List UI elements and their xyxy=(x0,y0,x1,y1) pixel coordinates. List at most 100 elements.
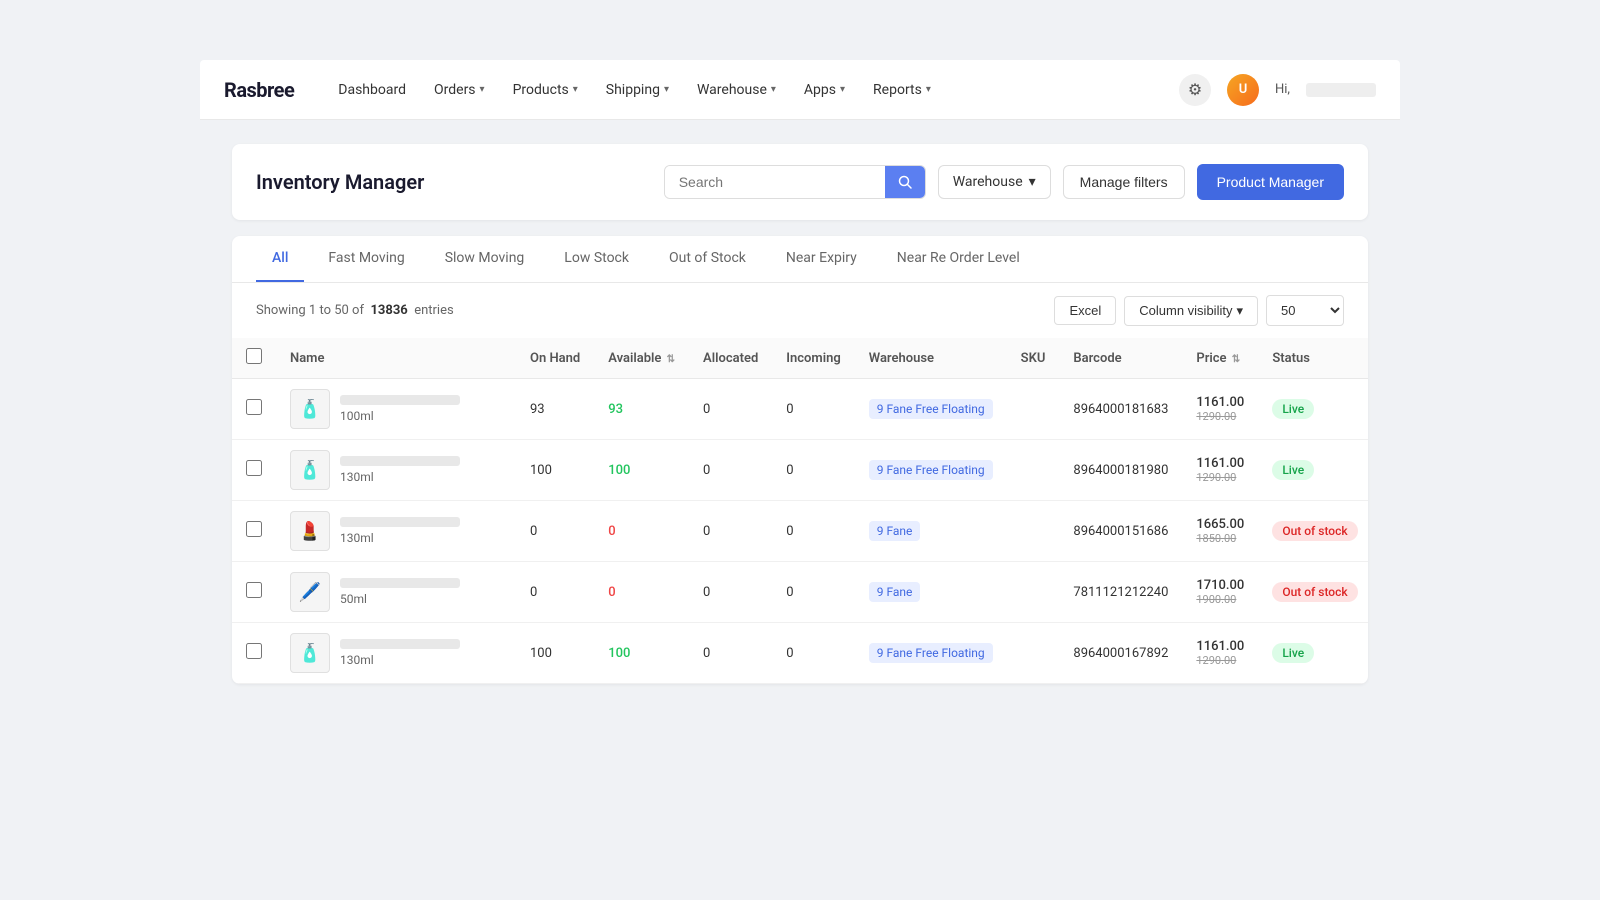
table-row: 💄 130ml 0 0 0 0 9 Fane 8964000151686 166… xyxy=(232,501,1368,562)
status-badge: Out of stock xyxy=(1272,582,1357,602)
available-cell: 0 xyxy=(594,562,689,623)
nav-apps[interactable]: Apps ▾ xyxy=(792,74,857,106)
price-current: 1161.00 xyxy=(1196,456,1244,471)
brand-logo: Rasbree xyxy=(224,78,294,102)
price-old: 1850.00 xyxy=(1196,532,1244,545)
available-cell: 0 xyxy=(594,501,689,562)
tabs-row: All Fast Moving Slow Moving Low Stock Ou… xyxy=(232,236,1368,283)
nav-products[interactable]: Products ▾ xyxy=(501,74,590,106)
th-available[interactable]: Available ⇅ xyxy=(594,338,689,379)
th-allocated: Allocated xyxy=(689,338,772,379)
orders-chevron-icon: ▾ xyxy=(480,84,485,95)
available-sort-icon: ⇅ xyxy=(667,354,675,365)
search-button[interactable] xyxy=(885,166,925,198)
on-hand-cell: 93 xyxy=(516,379,594,440)
product-variant: 130ml xyxy=(340,653,460,667)
price-cell: 1161.00 1290.00 xyxy=(1182,623,1258,684)
tab-near-reorder[interactable]: Near Re Order Level xyxy=(881,236,1036,282)
nav-orders[interactable]: Orders ▾ xyxy=(422,74,497,106)
th-incoming: Incoming xyxy=(772,338,854,379)
sku-cell xyxy=(1007,379,1060,440)
barcode-cell: 8964000181980 xyxy=(1059,440,1182,501)
warehouse-chevron-icon: ▾ xyxy=(771,84,776,95)
allocated-cell: 0 xyxy=(689,440,772,501)
select-all-checkbox[interactable] xyxy=(246,348,262,364)
status-cell: Out of stock xyxy=(1258,501,1368,562)
price-cell: 1665.00 1850.00 xyxy=(1182,501,1258,562)
warehouse-dropdown-chevron-icon: ▾ xyxy=(1029,174,1036,190)
warehouse-dropdown[interactable]: Warehouse ▾ xyxy=(938,165,1051,199)
row-checkbox[interactable] xyxy=(246,643,262,659)
page-title: Inventory Manager xyxy=(256,170,424,194)
column-visibility-button[interactable]: Column visibility ▾ xyxy=(1124,296,1258,326)
tab-all[interactable]: All xyxy=(256,236,304,282)
tab-fast-moving[interactable]: Fast Moving xyxy=(312,236,420,282)
product-name-cell: 💄 130ml xyxy=(276,501,516,562)
product-info: 130ml xyxy=(340,517,460,545)
product-manager-button[interactable]: Product Manager xyxy=(1197,164,1344,200)
warehouse-tag: 9 Fane xyxy=(869,521,921,541)
price-old: 1900.00 xyxy=(1196,593,1244,606)
available-cell: 93 xyxy=(594,379,689,440)
product-name-cell: 🖊️ 50ml xyxy=(276,562,516,623)
settings-gear-button[interactable]: ⚙ xyxy=(1179,74,1211,106)
incoming-cell: 0 xyxy=(772,501,854,562)
available-cell: 100 xyxy=(594,440,689,501)
nav-shipping[interactable]: Shipping ▾ xyxy=(594,74,681,106)
price-current: 1710.00 xyxy=(1196,578,1244,593)
nav-reports[interactable]: Reports ▾ xyxy=(861,74,943,106)
sku-cell xyxy=(1007,623,1060,684)
username-display xyxy=(1306,83,1376,97)
product-image: 🖊️ xyxy=(290,572,330,612)
main-content: Inventory Manager Warehouse ▾ xyxy=(200,120,1400,708)
row-checkbox-cell xyxy=(232,440,276,501)
row-checkbox[interactable] xyxy=(246,460,262,476)
price-current: 1161.00 xyxy=(1196,639,1244,654)
per-page-select[interactable]: 50 100 200 xyxy=(1266,295,1344,326)
allocated-cell: 0 xyxy=(689,623,772,684)
table-actions: Excel Column visibility ▾ 50 100 200 xyxy=(1054,295,1344,326)
row-checkbox[interactable] xyxy=(246,582,262,598)
on-hand-cell: 0 xyxy=(516,501,594,562)
available-cell: 100 xyxy=(594,623,689,684)
select-all-header xyxy=(232,338,276,379)
barcode-cell: 7811121212240 xyxy=(1059,562,1182,623)
row-checkbox[interactable] xyxy=(246,521,262,537)
excel-button[interactable]: Excel xyxy=(1054,296,1116,325)
warehouse-cell: 9 Fane xyxy=(855,501,1007,562)
tab-slow-moving[interactable]: Slow Moving xyxy=(429,236,541,282)
tab-out-of-stock[interactable]: Out of Stock xyxy=(653,236,762,282)
price-cell: 1710.00 1900.00 xyxy=(1182,562,1258,623)
on-hand-cell: 100 xyxy=(516,440,594,501)
table-controls: Showing 1 to 50 of 13836 entries Excel C… xyxy=(232,283,1368,338)
row-checkbox-cell xyxy=(232,623,276,684)
warehouse-cell: 9 Fane Free Floating xyxy=(855,379,1007,440)
nav-items: Dashboard Orders ▾ Products ▾ Shipping ▾… xyxy=(326,74,1179,106)
allocated-cell: 0 xyxy=(689,562,772,623)
search-input[interactable] xyxy=(665,166,885,198)
warehouse-tag: 9 Fane Free Floating xyxy=(869,643,993,663)
shipping-chevron-icon: ▾ xyxy=(664,84,669,95)
nav-warehouse[interactable]: Warehouse ▾ xyxy=(685,74,788,106)
th-warehouse: Warehouse xyxy=(855,338,1007,379)
tab-low-stock[interactable]: Low Stock xyxy=(548,236,645,282)
manage-filters-button[interactable]: Manage filters xyxy=(1063,165,1185,199)
page-header-actions: Warehouse ▾ Manage filters Product Manag… xyxy=(664,164,1344,200)
nav-dashboard[interactable]: Dashboard xyxy=(326,74,418,106)
th-name[interactable]: Name xyxy=(276,338,516,379)
th-price[interactable]: Price ⇅ xyxy=(1182,338,1258,379)
total-count: 13836 xyxy=(370,303,407,318)
status-cell: Live xyxy=(1258,623,1368,684)
product-variant: 100ml xyxy=(340,409,460,423)
warehouse-tag: 9 Fane Free Floating xyxy=(869,399,993,419)
allocated-cell: 0 xyxy=(689,379,772,440)
greeting-label: Hi, xyxy=(1275,82,1290,97)
row-checkbox[interactable] xyxy=(246,399,262,415)
tab-near-expiry[interactable]: Near Expiry xyxy=(770,236,873,282)
warehouse-cell: 9 Fane Free Floating xyxy=(855,623,1007,684)
status-cell: Out of stock xyxy=(1258,562,1368,623)
status-cell: Live xyxy=(1258,440,1368,501)
allocated-cell: 0 xyxy=(689,501,772,562)
price-cell: 1161.00 1290.00 xyxy=(1182,440,1258,501)
product-variant: 130ml xyxy=(340,531,460,545)
